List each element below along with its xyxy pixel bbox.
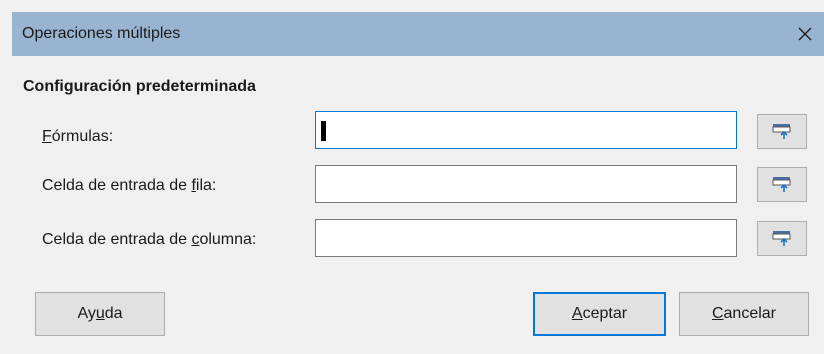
- title-bar: Operaciones múltiples: [12, 12, 824, 56]
- cancel-button[interactable]: Cancelar: [679, 292, 809, 336]
- row-input-cell-label: Celda de entrada de fila:: [42, 177, 216, 195]
- help-button-key: u: [95, 305, 105, 322]
- help-button-pre: Ay: [77, 305, 96, 322]
- close-icon: [798, 27, 812, 41]
- column-input-cell-label-post: olumna:: [199, 231, 257, 248]
- cancel-button-key: C: [711, 305, 724, 322]
- help-button-post: da: [104, 305, 123, 322]
- column-input-cell-label-pre: Celda de entrada de: [42, 231, 192, 248]
- column-input-cell-shrink-button[interactable]: [757, 221, 807, 256]
- shrink-dialog-icon: [772, 176, 791, 192]
- shrink-dialog-icon: [772, 123, 791, 139]
- ok-button-key: A: [571, 305, 583, 322]
- column-input-cell-label: Celda de entrada de columna:: [42, 231, 256, 249]
- formulas-shrink-button[interactable]: [757, 114, 807, 149]
- column-input-cell-input[interactable]: [315, 219, 737, 257]
- formulas-label: Fórmulas:: [42, 128, 113, 146]
- ok-button[interactable]: Aceptar: [533, 292, 666, 336]
- row-input-cell-label-post: ila:: [195, 177, 217, 194]
- formulas-label-post: órmulas:: [51, 128, 114, 145]
- close-button[interactable]: [786, 12, 824, 56]
- help-button[interactable]: Ay u da: [35, 292, 165, 336]
- text-caret: [321, 121, 326, 141]
- row-input-cell-label-pre: Celda de entrada de: [42, 177, 192, 194]
- row-input-cell-shrink-button[interactable]: [757, 167, 807, 202]
- section-title: Configuración predeterminada: [23, 78, 256, 95]
- formulas-label-key: F: [42, 128, 52, 145]
- row-input-cell-input[interactable]: [315, 165, 737, 203]
- multiple-operations-dialog: Operaciones múltiples Configuración pred…: [0, 0, 824, 354]
- formulas-input[interactable]: [315, 111, 737, 149]
- ok-button-post: ceptar: [582, 305, 628, 322]
- dialog-title: Operaciones múltiples: [22, 25, 181, 42]
- cancel-button-post: ancelar: [723, 305, 777, 322]
- shrink-dialog-icon: [772, 230, 791, 246]
